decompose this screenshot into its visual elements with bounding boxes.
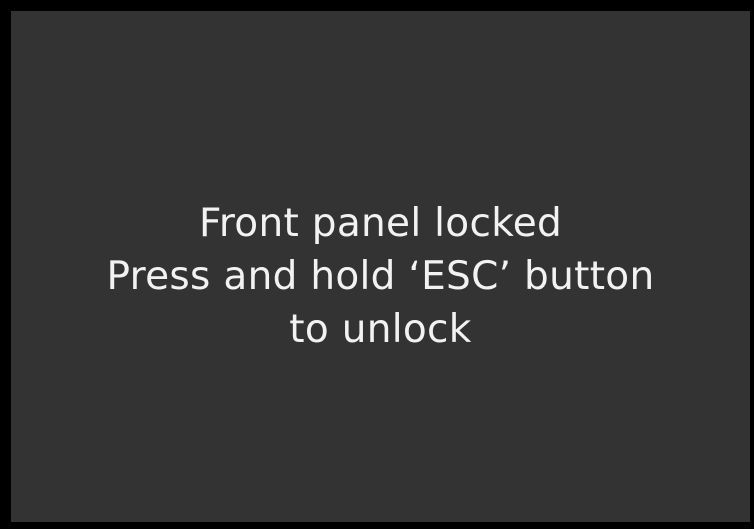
lock-message-line-3: to unlock	[289, 307, 472, 352]
display-bezel: Front panel locked Press and hold ‘ESC’ …	[0, 0, 754, 529]
lock-message-line-1: Front panel locked	[198, 201, 563, 246]
lock-message: Front panel locked Press and hold ‘ESC’ …	[11, 197, 750, 356]
lock-screen: Front panel locked Press and hold ‘ESC’ …	[7, 7, 754, 526]
lock-message-line-2: Press and hold ‘ESC’ button	[106, 254, 655, 299]
